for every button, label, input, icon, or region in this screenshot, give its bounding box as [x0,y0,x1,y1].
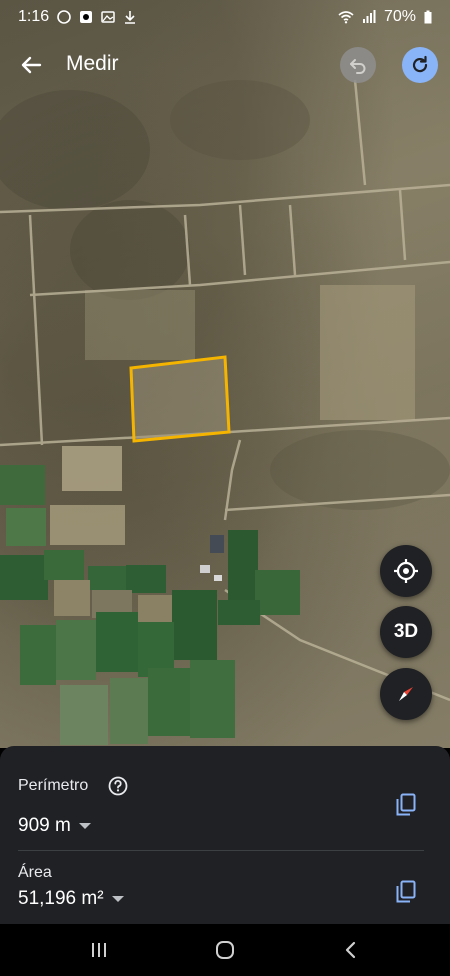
home-icon [216,941,234,959]
my-location-button[interactable] [380,545,432,597]
app-notification-icon [80,11,93,23]
signal-icon [362,10,376,23]
battery-icon [424,10,432,24]
compass-button[interactable] [380,668,432,720]
recent-apps-button[interactable] [79,934,119,966]
3d-label: 3D [393,621,419,642]
status-time: 1:16 [18,8,50,25]
caret-down-icon [78,823,91,829]
messenger-icon [57,10,71,24]
wifi-icon [338,11,354,24]
chevron-left-icon [345,941,356,959]
back-nav-button[interactable] [330,934,370,966]
copy-icon [396,793,416,816]
perimeter-value-dropdown[interactable]: 909 m [18,815,91,837]
divider [18,850,424,851]
arrow-back-icon [21,56,42,74]
area-label: Área [18,864,52,881]
measure-polygon[interactable] [129,355,231,443]
refresh-button[interactable] [402,47,438,83]
gallery-icon [101,11,115,23]
area-value-dropdown[interactable]: 51,196 m² [18,888,124,910]
undo-icon [350,59,366,74]
copy-icon [396,880,416,903]
home-button[interactable] [205,934,245,966]
3d-button[interactable]: 3D [380,606,432,658]
crosshair-icon [394,559,418,583]
perimeter-value: 909 m [18,815,71,836]
download-icon [125,11,136,24]
help-icon[interactable] [108,776,128,796]
undo-button[interactable] [340,47,376,83]
copy-perimeter-button[interactable] [392,791,420,819]
area-value: 51,196 m² [18,888,104,909]
recent-apps-icon [92,943,106,957]
system-nav-bar [0,924,450,976]
page-title: Medir [66,52,119,75]
battery-percent: 70% [383,8,416,25]
copy-area-button[interactable] [392,878,420,906]
back-button[interactable] [14,48,48,82]
status-bar: 1:16 70% [0,0,450,34]
perimeter-label: Perímetro [18,777,89,794]
refresh-icon [412,55,428,73]
caret-down-icon [111,896,124,902]
measure-bottom-sheet: Perímetro 909 m Área 51,196 m² [0,746,450,924]
compass-icon [399,687,413,701]
top-app-bar: Medir [0,38,450,90]
